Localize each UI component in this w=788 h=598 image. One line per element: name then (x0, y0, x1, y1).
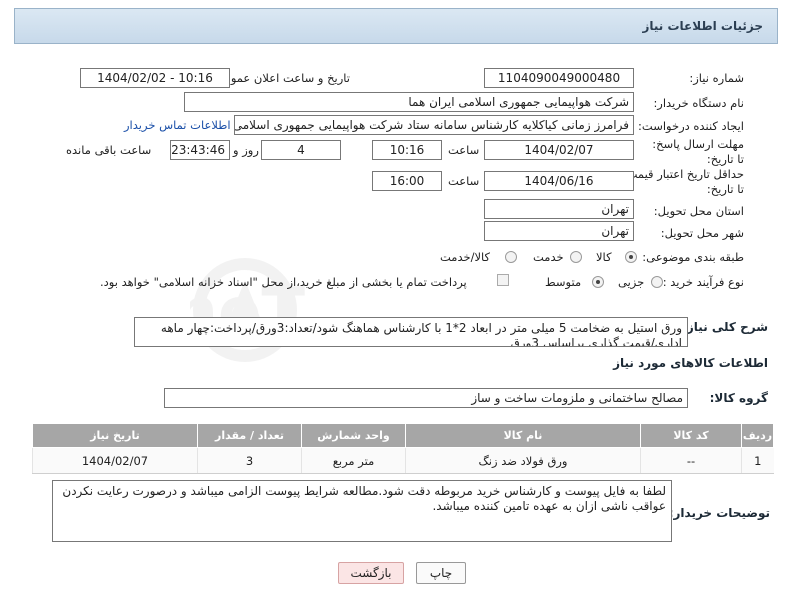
category-option-goods-service: کالا/خدمت (440, 250, 491, 264)
requester-field[interactable]: فرامرز زمانی کیاکلایه کارشناس سامانه ستا… (234, 115, 634, 135)
reply-deadline-label: مهلت ارسال پاسخ: تا تاریخ: (652, 137, 744, 166)
announce-label: تاریخ و ساعت اعلان عمومی: (211, 71, 350, 85)
category-radio-goods-service[interactable] (505, 251, 517, 263)
price-time-label: ساعت (448, 174, 480, 188)
goods-table: ردیف کد کالا نام کالا واحد شمارش تعداد /… (32, 423, 774, 474)
category-option-service: خدمت (533, 250, 564, 264)
table-row[interactable]: 1 -- ورق فولاد ضد زنگ متر مربع 3 1404/02… (32, 447, 774, 474)
city-label: شهر محل تحویل: (660, 226, 744, 240)
watermark-logo: AriaTender.neT (190, 258, 305, 362)
announce-datetime-field[interactable]: 1404/02/02 - 10:16 (80, 68, 230, 88)
need-number-label: شماره نیاز: (689, 71, 744, 85)
buyer-contact-link[interactable]: اطلاعات تماس خریدار (124, 118, 231, 132)
requester-label: ایجاد کننده درخواست: (638, 119, 744, 133)
cell-code: -- (640, 447, 742, 474)
need-number-field[interactable]: 1104090049000480 (484, 68, 634, 88)
cell-quantity: 3 (197, 447, 302, 474)
buyer-notes-textarea[interactable]: لطفا به فایل پیوست و کارشناس خرید مربوطه… (52, 480, 672, 542)
buyer-org-field[interactable]: شرکت هواپیمایی جمهوری اسلامی ایران هما (184, 92, 634, 112)
process-radio-medium[interactable] (592, 276, 604, 288)
col-code: کد کالا (640, 423, 742, 448)
col-row: ردیف (741, 423, 774, 448)
goods-table-header: ردیف کد کالا نام کالا واحد شمارش تعداد /… (32, 423, 774, 448)
cell-need-date: 1404/02/07 (32, 447, 198, 474)
col-need-date: تاریخ نیاز (32, 423, 198, 448)
city-field[interactable]: تهران (484, 221, 634, 241)
cell-row: 1 (741, 447, 774, 474)
remaining-time-label: ساعت باقی مانده (66, 143, 152, 157)
treasury-payment-checkbox[interactable] (497, 274, 509, 286)
category-option-goods: کالا (596, 250, 612, 264)
page-title: جزئیات اطلاعات نیاز (642, 19, 763, 33)
price-time-field[interactable]: 16:00 (372, 171, 442, 191)
print-button[interactable]: چاپ (416, 562, 466, 584)
price-date-field[interactable]: 1404/06/16 (484, 171, 634, 191)
province-field[interactable]: تهران (484, 199, 634, 219)
category-label: طبقه بندی موضوعی: (642, 250, 744, 264)
buyer-org-label: نام دستگاه خریدار: (653, 96, 744, 110)
cell-unit: متر مربع (301, 447, 406, 474)
description-label: شرح کلی نیاز: (682, 320, 768, 334)
remaining-time-field[interactable]: 23:43:46 (170, 140, 230, 160)
reply-time-field[interactable]: 10:16 (372, 140, 442, 160)
goods-group-field[interactable]: مصالح ساختمانی و ملزومات ساخت و ساز (164, 388, 688, 408)
cell-name: ورق فولاد ضد زنگ (405, 447, 641, 474)
goods-group-label: گروه کالا: (709, 391, 768, 405)
category-radio-goods[interactable] (625, 251, 637, 263)
process-option-minor: جزیی (618, 275, 645, 289)
header-bar: جزئیات اطلاعات نیاز (14, 8, 778, 44)
process-option-medium: متوسط (545, 275, 582, 289)
process-type-label: نوع فرآیند خرید : (662, 275, 744, 289)
days-remaining-field[interactable]: 4 (261, 140, 341, 160)
province-label: استان محل تحویل: (653, 204, 744, 218)
description-textarea[interactable]: ورق استیل به ضخامت 5 میلی متر در ابعاد 2… (134, 317, 688, 347)
days-label: روز و (233, 143, 259, 157)
process-radio-minor[interactable] (651, 276, 663, 288)
reply-date-field[interactable]: 1404/02/07 (484, 140, 634, 160)
reply-time-label: ساعت (448, 143, 480, 157)
announce-datetime-value: 1404/02/02 - 10:16 (97, 71, 213, 85)
category-radio-service[interactable] (570, 251, 582, 263)
treasury-payment-note: پرداخت تمام یا بخشی از مبلغ خرید،از محل … (100, 275, 467, 289)
col-quantity: تعداد / مقدار (197, 423, 302, 448)
buyer-notes-label: توضیحات خریدار: (668, 506, 770, 520)
col-unit: واحد شمارش (301, 423, 406, 448)
col-name: نام کالا (405, 423, 641, 448)
back-button[interactable]: بازگشت (338, 562, 404, 584)
goods-section-title: اطلاعات کالاهای مورد نیاز (613, 356, 768, 370)
